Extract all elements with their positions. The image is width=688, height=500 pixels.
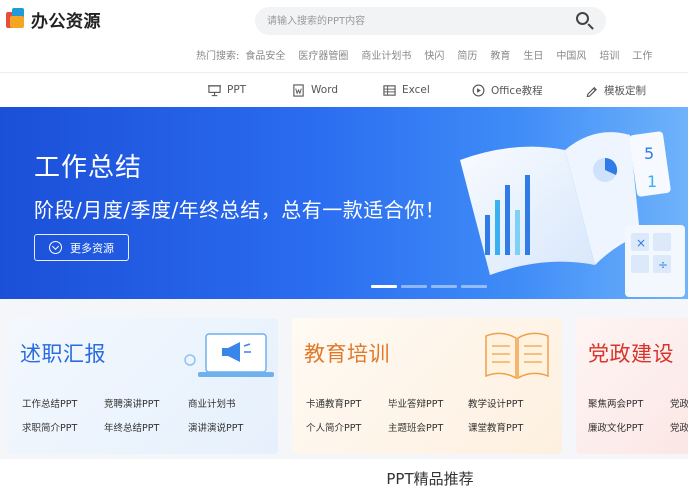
search-icon[interactable] <box>574 11 596 31</box>
carousel-dot[interactable] <box>371 285 397 288</box>
hot-search-label: 热门搜索: <box>196 50 240 62</box>
hot-search-item[interactable]: 简历 <box>457 47 477 62</box>
banner-title: 工作总结 <box>34 153 143 183</box>
hot-search-item[interactable]: 教育 <box>490 47 510 62</box>
nav-item-office-tutorial[interactable]: Office教程 <box>472 82 543 98</box>
laptop-megaphone-icon <box>184 333 274 377</box>
section-title: PPT精品推荐 <box>386 470 474 488</box>
logo-icon <box>6 8 28 30</box>
svg-text:5: 5 <box>644 144 654 163</box>
nav-item-ppt[interactable]: PPT <box>208 82 246 98</box>
pen-icon <box>586 86 597 97</box>
nav-item-label: Word <box>311 84 338 96</box>
card-link[interactable]: 课堂教育PPT <box>468 420 523 434</box>
card-link[interactable]: 党政 <box>670 396 688 410</box>
svg-text:×: × <box>636 236 646 250</box>
hot-search-item[interactable]: 培训 <box>599 47 619 62</box>
category-card-report[interactable]: 述职汇报 工作总结PPT 竞聘演讲PPT 商业计划书 求职简介PPT 年终总结P… <box>8 318 278 454</box>
search-bar <box>255 7 606 35</box>
card-link[interactable]: 求职简介PPT <box>22 420 77 434</box>
card-link[interactable]: 聚焦两会PPT <box>588 396 643 410</box>
nav-item-label: PPT <box>227 84 247 96</box>
more-resources-button[interactable]: 更多资源 <box>34 234 129 261</box>
carousel-indicators <box>371 285 491 288</box>
nav-item-excel[interactable]: Excel <box>383 82 430 98</box>
arrow-down-circle-icon <box>49 241 62 254</box>
hot-search-item[interactable]: 快闪 <box>424 47 444 62</box>
card-link[interactable]: 教学设计PPT <box>468 396 523 410</box>
card-title: 党政建设 <box>588 342 674 366</box>
main-nav: PPT Word Excel Office教程 模板定制 <box>0 73 688 107</box>
card-link[interactable]: 党政 <box>670 420 688 434</box>
more-resources-label: 更多资源 <box>70 241 114 255</box>
logo-text: 办公资源 <box>31 11 101 32</box>
hot-search-item[interactable]: 中国风 <box>556 47 586 62</box>
search-input[interactable] <box>255 7 555 35</box>
hot-search-item[interactable]: 食品安全 <box>245 47 285 62</box>
card-title: 述职汇报 <box>20 342 106 366</box>
nav-item-template-custom[interactable]: 模板定制 <box>585 82 646 98</box>
nav-item-label: Office教程 <box>491 84 543 97</box>
report-illustration: × ÷ 5 1 <box>460 131 685 297</box>
carousel-dot[interactable] <box>431 285 457 288</box>
nav-item-label: 模板定制 <box>604 84 646 97</box>
nav-item-label: Excel <box>402 84 430 96</box>
card-link[interactable]: 主题班会PPT <box>388 420 443 434</box>
card-link[interactable]: 毕业答辩PPT <box>388 396 443 410</box>
hot-search-item[interactable]: 商业计划书 <box>361 47 411 62</box>
presentation-icon <box>208 84 221 96</box>
card-link[interactable]: 演讲演说PPT <box>188 420 243 434</box>
hot-search-list: 热门搜索: 食品安全 医疗器管圈 商业计划书 快闪 简历 教育 生日 中国风 培… <box>196 46 652 62</box>
banner-subtitle: 阶段/月度/季度/年终总结，总有一款适合你！ <box>34 198 446 222</box>
site-header: 办公资源 热门搜索: 食品安全 医疗器管圈 商业计划书 快闪 简历 教育 生日 … <box>0 0 688 72</box>
carousel-dot[interactable] <box>461 285 487 288</box>
card-link[interactable]: 年终总结PPT <box>104 420 159 434</box>
site-logo[interactable]: 办公资源 <box>6 6 101 32</box>
carousel-dot[interactable] <box>401 285 427 288</box>
hot-search-item[interactable]: 医疗器管圈 <box>298 47 348 62</box>
card-link[interactable]: 商业计划书 <box>188 396 236 410</box>
open-book-icon <box>485 332 549 380</box>
card-link[interactable]: 个人简介PPT <box>306 420 361 434</box>
hot-search-item[interactable]: 工作 <box>632 47 652 62</box>
svg-text:÷: ÷ <box>658 258 668 272</box>
svg-text:1: 1 <box>647 172 657 191</box>
hero-banner[interactable]: × ÷ 5 1 工作总结 阶段/月度/季度/年终总结，总有一款适合你！ 更多资源 <box>0 107 688 299</box>
category-card-party-building[interactable]: 党政建设 聚焦两会PPT 党政 廉政文化PPT 党政 <box>576 318 688 454</box>
play-circle-icon <box>472 84 485 96</box>
spreadsheet-icon <box>383 84 396 96</box>
hot-search-item[interactable]: 生日 <box>523 47 543 62</box>
nav-item-word[interactable]: Word <box>292 82 338 98</box>
card-link[interactable]: 工作总结PPT <box>22 396 77 410</box>
category-card-education[interactable]: 教育培训 卡通教育PPT 毕业答辩PPT 教学设计PPT 个人简介PPT 主题班… <box>292 318 562 454</box>
word-doc-icon <box>293 83 304 97</box>
card-link[interactable]: 廉政文化PPT <box>588 420 643 434</box>
card-title: 教育培训 <box>304 342 390 366</box>
card-link[interactable]: 卡通教育PPT <box>306 396 361 410</box>
card-link[interactable]: 竞聘演讲PPT <box>104 396 159 410</box>
